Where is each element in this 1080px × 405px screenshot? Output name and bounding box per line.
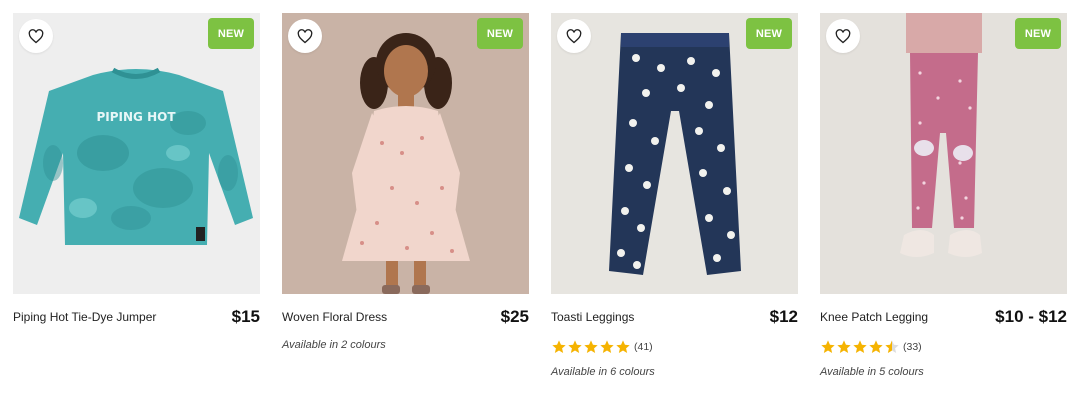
product-name[interactable]: Woven Floral Dress (282, 310, 387, 324)
heart-outline-icon (835, 28, 851, 43)
colour-availability: Available in 6 colours (551, 366, 655, 378)
star-icon (616, 340, 630, 353)
product-price: $10 - $12 (995, 307, 1067, 326)
rating-count: (33) (903, 341, 922, 353)
favourite-button[interactable] (557, 19, 591, 53)
star-icon (885, 340, 899, 353)
star-icon (837, 340, 851, 353)
new-badge: NEW (746, 18, 792, 49)
star-icon (869, 340, 883, 353)
star-icon (853, 340, 867, 353)
svg-text:PIPING HOT: PIPING HOT (96, 110, 176, 124)
product-price: $12 (769, 307, 798, 326)
product-price: $25 (500, 307, 529, 326)
favourite-button[interactable] (19, 19, 53, 53)
rating-stars (551, 339, 631, 355)
new-badge: NEW (1015, 18, 1061, 49)
heart-outline-icon (28, 28, 44, 43)
product-image[interactable]: NEW (551, 13, 798, 294)
star-icon (821, 340, 835, 353)
product-image[interactable]: NEW (820, 13, 1067, 294)
product-rating[interactable]: (41) (551, 338, 798, 356)
star-icon (552, 340, 566, 353)
favourite-button[interactable] (826, 19, 860, 53)
star-icon (568, 340, 582, 353)
rating-stars (820, 339, 900, 355)
star-icon (584, 340, 598, 353)
product-name[interactable]: Knee Patch Legging (820, 310, 928, 324)
product-card[interactable]: NEW Toasti Leggings $12 (41) Available i… (551, 13, 798, 378)
product-card[interactable]: NEW Knee Patch Legging $10 - $12 (33) Av… (820, 13, 1067, 378)
star-icon (600, 340, 614, 353)
product-rating[interactable]: (33) (820, 338, 1067, 356)
product-name[interactable]: Toasti Leggings (551, 310, 634, 324)
new-badge: NEW (477, 18, 523, 49)
rating-count: (41) (634, 341, 653, 353)
favourite-button[interactable] (288, 19, 322, 53)
new-badge: NEW (208, 18, 254, 49)
product-image[interactable]: PIPING HOT NEW (13, 13, 260, 294)
product-image[interactable]: NEW (282, 13, 529, 294)
colour-availability: Available in 2 colours (282, 339, 386, 351)
product-grid: PIPING HOT NEW Piping Hot Tie-Dye Jumper… (13, 13, 1067, 378)
heart-outline-icon (566, 28, 582, 43)
product-card[interactable]: NEW Woven Floral Dress $25 Available in … (282, 13, 529, 378)
colour-availability: Available in 5 colours (820, 366, 924, 378)
heart-outline-icon (297, 28, 313, 43)
product-card[interactable]: PIPING HOT NEW Piping Hot Tie-Dye Jumper… (13, 13, 260, 378)
product-name[interactable]: Piping Hot Tie-Dye Jumper (13, 310, 156, 324)
product-price: $15 (231, 307, 260, 326)
